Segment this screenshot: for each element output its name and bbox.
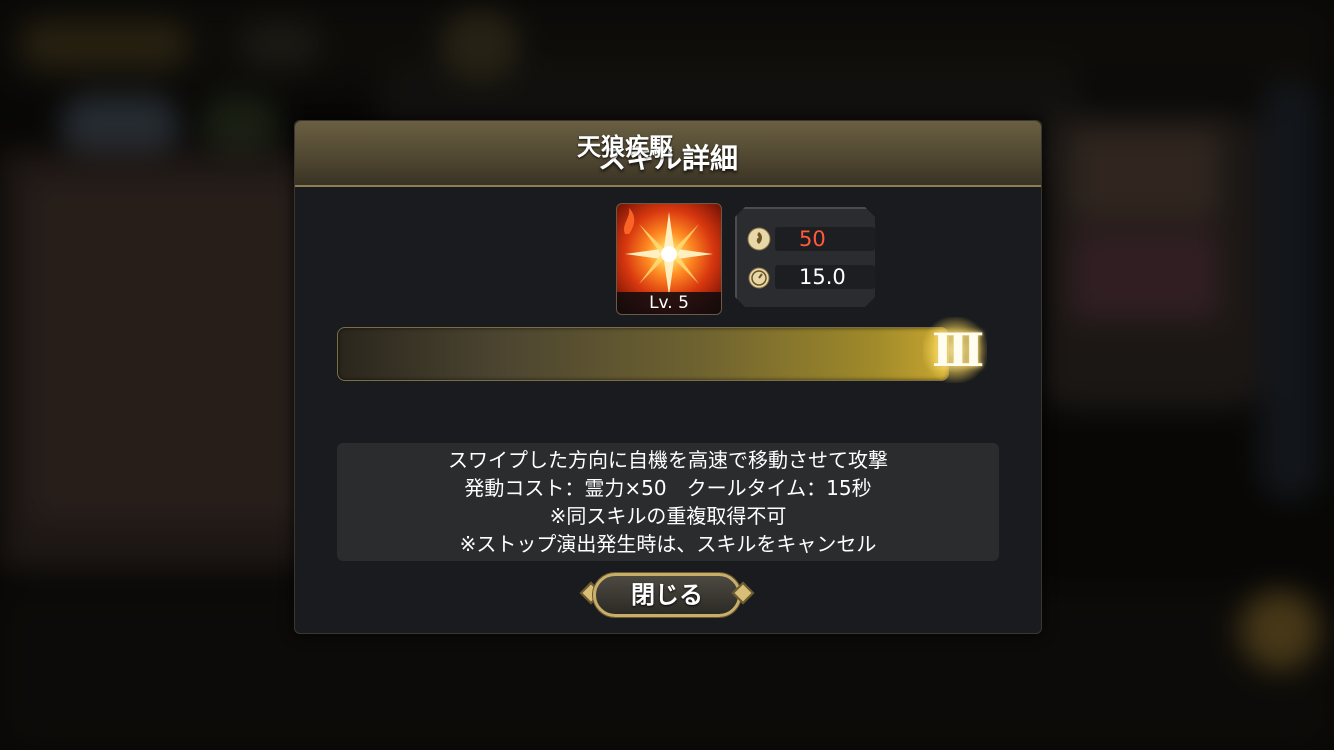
skill-name-bar (337, 327, 949, 381)
description-line: ※ストップ演出発生時は、スキルをキャンセル (459, 532, 877, 556)
description-line: 発動コスト：霊力×50 クールタイム：15秒 (464, 476, 872, 500)
cooldown-value: 15.0 (799, 265, 846, 289)
skill-name: 天狼疾駆 (577, 133, 673, 161)
close-button[interactable]: 閉じる (579, 571, 755, 619)
skill-description: スワイプした方向に自機を高速で移動させて攻撃 発動コスト：霊力×50 クールタイ… (337, 443, 999, 561)
stopwatch-icon (747, 265, 771, 289)
cooldown-row: 15.0 (747, 265, 875, 289)
fire-starburst-icon: Lv. 5 (616, 203, 722, 315)
cost-value: 50 (799, 227, 826, 251)
cost-row: 50 (747, 227, 875, 251)
description-line: ※同スキルの重複取得不可 (549, 504, 787, 528)
description-line: スワイプした方向に自機を高速で移動させて攻撃 (448, 448, 888, 472)
skill-level-label: Lv. 5 (617, 292, 721, 314)
skill-stats-panel: 50 15.0 (735, 207, 875, 307)
skill-detail-dialog: スキル詳細 Lv. 5 50 15.0 天狼疾駆 III スワイプした方向に自機… (294, 120, 1042, 634)
skill-rank-numeral: III (931, 323, 985, 377)
skill-rank-badge: III (923, 317, 987, 383)
spirit-flame-icon (747, 227, 771, 251)
close-button-label: 閉じる (631, 581, 703, 609)
